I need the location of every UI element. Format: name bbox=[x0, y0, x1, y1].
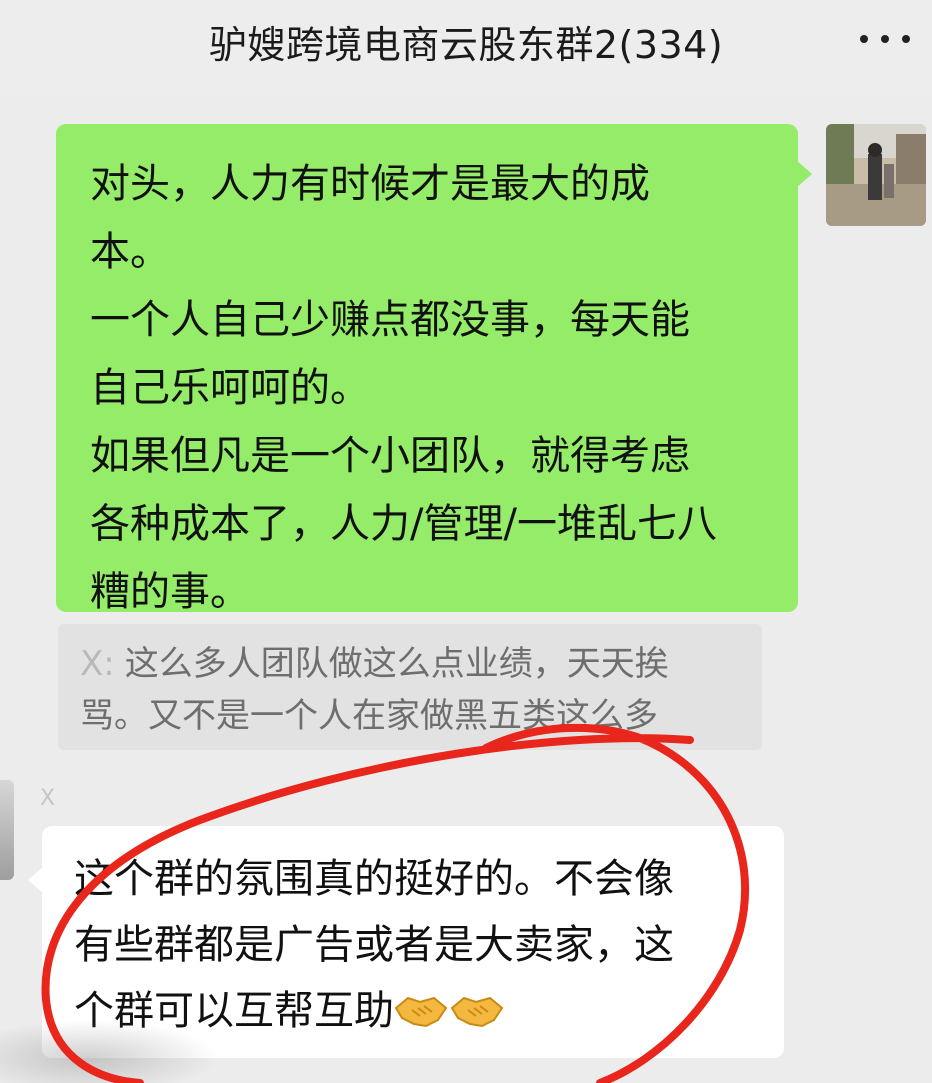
watermark-smudge bbox=[0, 1020, 220, 1083]
chat-screen: 驴嫂跨境电商云股东群2(334) 对头，人力有时候才是最大的成 本。 一个人自己… bbox=[0, 0, 932, 1083]
more-dot bbox=[902, 35, 910, 43]
message-bubble-self[interactable]: 对头，人力有时候才是最大的成 本。 一个人自己少赚点都没事，每天能 自己乐呵呵的… bbox=[56, 124, 812, 615]
avatar-photo bbox=[826, 124, 926, 226]
quoted-sender: X: bbox=[80, 644, 115, 684]
quoted-message-text: X: 这么多人团队做这么点业绩，天天挨 骂。又不是一个人在家做黑五类这么多 bbox=[80, 638, 742, 742]
handshake-icon bbox=[394, 984, 448, 1028]
other-user-avatar[interactable] bbox=[0, 780, 14, 880]
message-text: 这个群的氛围真的挺好的。不会像 有些群都是广告或者是大卖家，这 个群可以互帮互助 bbox=[74, 846, 764, 1044]
more-dots-icon[interactable] bbox=[860, 24, 910, 54]
handshake-icon bbox=[450, 984, 504, 1028]
chat-header: 驴嫂跨境电商云股东群2(334) bbox=[0, 0, 932, 96]
quoted-body: 这么多人团队做这么点业绩，天天挨 骂。又不是一个人在家做黑五类这么多 bbox=[80, 644, 669, 736]
more-dot bbox=[860, 35, 868, 43]
chat-title: 驴嫂跨境电商云股东群2(334) bbox=[208, 23, 724, 67]
user-avatar[interactable] bbox=[826, 124, 926, 226]
message-text: 对头，人力有时候才是最大的成 本。 一个人自己少赚点都没事，每天能 自己乐呵呵的… bbox=[90, 161, 717, 615]
sender-name: X bbox=[40, 786, 56, 811]
message-body: 这个群的氛围真的挺好的。不会像 有些群都是广告或者是大卖家，这 个群可以互帮互助 bbox=[74, 856, 674, 1034]
quoted-message[interactable]: X: 这么多人团队做这么点业绩，天天挨 骂。又不是一个人在家做黑五类这么多 bbox=[58, 624, 762, 750]
more-dot bbox=[881, 35, 889, 43]
